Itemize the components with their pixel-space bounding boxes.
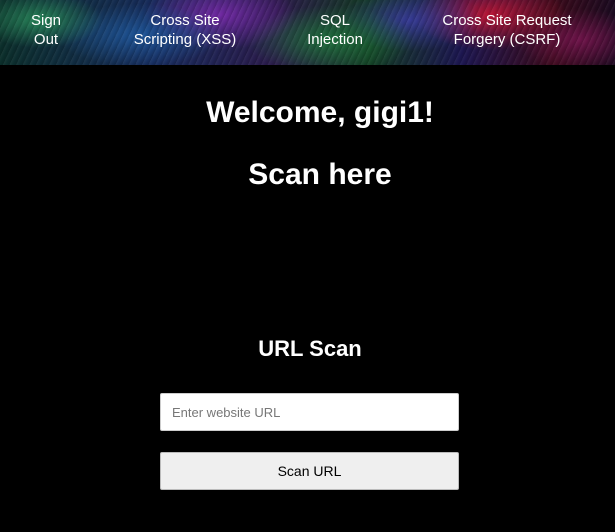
welcome-heading: Welcome, gigi1!: [206, 96, 434, 129]
nav-csrf-link[interactable]: Cross Site Request Forgery (CSRF): [428, 11, 586, 49]
scan-here-heading: Scan here: [248, 158, 392, 191]
top-navigation-bar: Sign Out Cross Site Scripting (XSS) SQL …: [0, 0, 615, 65]
url-scan-heading: URL Scan: [258, 336, 362, 361]
scan-url-button[interactable]: Scan URL: [160, 452, 459, 490]
nav-sign-out-link[interactable]: Sign Out: [22, 11, 70, 49]
website-url-input[interactable]: [160, 393, 459, 431]
nav-xss-link[interactable]: Cross Site Scripting (XSS): [120, 11, 250, 49]
nav-sql-injection-link[interactable]: SQL Injection: [290, 11, 380, 49]
